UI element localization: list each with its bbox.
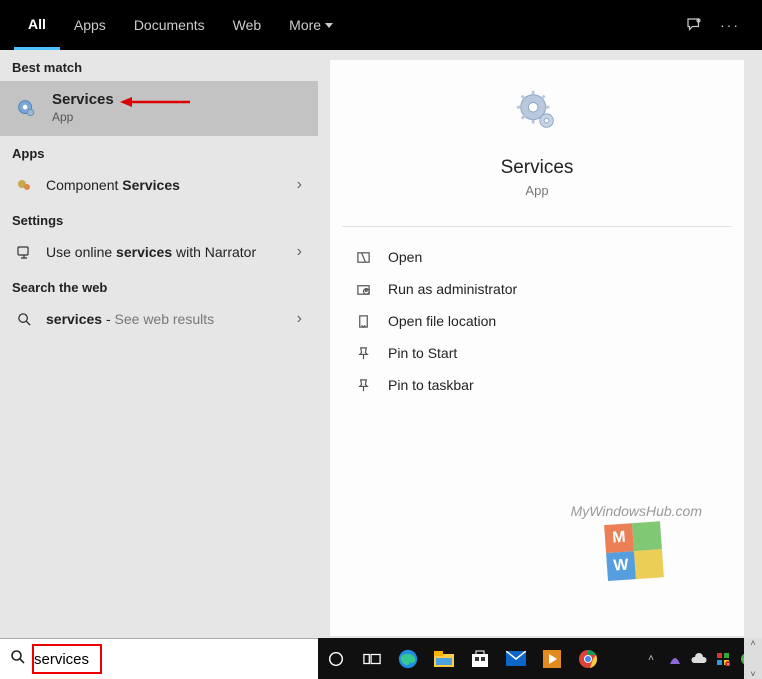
- open-icon: [354, 250, 372, 265]
- pin-icon: [354, 378, 372, 393]
- narrator-icon: [14, 244, 34, 260]
- scrollbar[interactable]: ˄˅: [744, 638, 762, 679]
- result-label: Use online services with Narrator: [46, 244, 256, 260]
- section-apps: Apps: [0, 136, 318, 167]
- best-match-result[interactable]: Services App: [0, 81, 318, 136]
- tab-more[interactable]: More: [275, 0, 347, 50]
- taskbar-chrome-icon[interactable]: [570, 638, 606, 679]
- search-icon: [10, 649, 26, 670]
- search-filter-tabs: All Apps Documents Web More ···: [0, 0, 762, 50]
- result-label: services - See web results: [46, 311, 214, 327]
- component-services-icon: [14, 177, 34, 193]
- feedback-icon[interactable]: [676, 16, 712, 34]
- services-gear-icon: [12, 94, 40, 122]
- search-icon: [14, 312, 34, 327]
- taskbar-taskview-icon[interactable]: [354, 638, 390, 679]
- taskbar-media-icon[interactable]: [534, 638, 570, 679]
- taskbar: ˄ ×: [318, 638, 762, 679]
- services-large-gear-icon: [514, 88, 560, 139]
- tray-onedrive-icon[interactable]: [688, 638, 710, 679]
- action-pin-to-taskbar[interactable]: Pin to taskbar: [330, 369, 744, 401]
- result-label: Component Services: [46, 177, 180, 193]
- taskbar-store-icon[interactable]: [462, 638, 498, 679]
- taskbar-explorer-icon[interactable]: [426, 638, 462, 679]
- action-open-file-location[interactable]: Open file location: [330, 305, 744, 337]
- taskbar-edge-icon[interactable]: [390, 638, 426, 679]
- shield-admin-icon: [354, 282, 372, 297]
- chevron-right-icon: ›: [297, 310, 302, 328]
- watermark: MyWindowsHub.com M W: [571, 503, 702, 579]
- folder-location-icon: [354, 314, 372, 329]
- search-bar: [0, 638, 318, 679]
- tray-up-icon[interactable]: ˄: [640, 638, 662, 679]
- result-web-services[interactable]: services - See web results ›: [0, 301, 318, 337]
- annotation-arrow-icon: [120, 95, 190, 114]
- best-match-title: Services: [52, 91, 114, 108]
- svg-text:×: ×: [727, 662, 730, 666]
- chevron-down-icon: [325, 23, 333, 28]
- tab-apps[interactable]: Apps: [60, 0, 120, 50]
- section-settings: Settings: [0, 203, 318, 234]
- more-options-icon[interactable]: ···: [712, 17, 748, 33]
- results-list: Best match Services App Apps Component S…: [0, 50, 318, 638]
- tray-app-icon[interactable]: [664, 638, 686, 679]
- detail-subtitle: App: [525, 183, 548, 198]
- section-best-match: Best match: [0, 50, 318, 81]
- divider: [342, 226, 732, 227]
- detail-title: Services: [501, 157, 574, 179]
- search-input[interactable]: [34, 651, 308, 668]
- chevron-right-icon: ›: [297, 243, 302, 261]
- action-run-as-admin[interactable]: Run as administrator: [330, 273, 744, 305]
- best-match-subtitle: App: [52, 110, 114, 124]
- tray-security-icon[interactable]: ×: [712, 638, 734, 679]
- taskbar-cortana-icon[interactable]: [318, 638, 354, 679]
- tab-documents[interactable]: Documents: [120, 0, 219, 50]
- tab-all[interactable]: All: [14, 0, 60, 50]
- tab-web[interactable]: Web: [219, 0, 276, 50]
- section-web: Search the web: [0, 270, 318, 301]
- chevron-right-icon: ›: [297, 176, 302, 194]
- action-open[interactable]: Open: [330, 241, 744, 273]
- taskbar-mail-icon[interactable]: [498, 638, 534, 679]
- pin-icon: [354, 346, 372, 361]
- result-component-services[interactable]: Component Services ›: [0, 167, 318, 203]
- action-pin-to-start[interactable]: Pin to Start: [330, 337, 744, 369]
- result-narrator-services[interactable]: Use online services with Narrator ›: [0, 234, 318, 270]
